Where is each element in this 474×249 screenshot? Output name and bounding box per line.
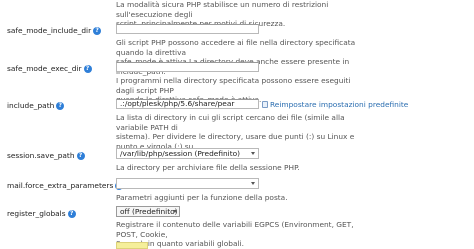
setting-label-text: safe_mode_include_dir [7, 26, 92, 35]
description-line: Gli script PHP possono accedere ai file … [116, 38, 356, 57]
help-icon[interactable]: ? [56, 101, 65, 110]
safe-mode-include-dir-label: safe_mode_include_dir ? [7, 26, 102, 35]
chevron-down-icon [251, 182, 255, 185]
description-line: Registrare il contenuto delle variabili … [116, 220, 354, 239]
session-save-path-label: session.save_path ? [7, 151, 85, 160]
setting-label-text: session.save_path [7, 151, 75, 160]
description-line: I programmi nella directory specificata … [116, 76, 351, 95]
description-line: La lista di directory in cui gli script … [116, 113, 345, 132]
include-path-input[interactable]: .:/opt/plesk/php/5.6/share/pear [116, 99, 259, 109]
include-path-label: include_path ? [7, 101, 65, 110]
help-icon[interactable]: ? [83, 64, 92, 73]
reset-icon [262, 101, 268, 108]
description-line: Server), in quanto variabili globali. [116, 239, 244, 249]
next-setting-input[interactable] [116, 242, 148, 249]
reset-defaults-link[interactable]: Reimpostare impostazioni predefinite [262, 100, 408, 109]
mail-force-extra-parameters-select[interactable] [116, 178, 259, 189]
register-globals-description: Registrare il contenuto delle variabili … [116, 220, 356, 249]
chevron-down-icon [251, 152, 255, 155]
mail-force-extra-parameters-description: Parametri aggiunti per la funzione della… [116, 193, 356, 203]
setting-label-text: mail.force_extra_parameters [7, 181, 114, 190]
setting-label-text: include_path [7, 101, 55, 110]
description-line: La directory per archiviare file della s… [116, 163, 300, 172]
register-globals-select[interactable]: off (Predefinito) [116, 206, 180, 217]
safe-mode-include-dir-input[interactable] [116, 24, 259, 34]
setting-label-text: safe_mode_exec_dir [7, 64, 82, 73]
help-icon[interactable]: ? [93, 26, 102, 35]
mail-force-extra-parameters-label: mail.force_extra_parameters ? [7, 181, 124, 190]
safe-mode-exec-dir-input[interactable] [116, 62, 259, 72]
select-value: off (Predefinito) [120, 207, 178, 216]
select-value: /var/lib/php/session (Predefinito) [120, 149, 241, 158]
setting-label-text: register_globals [7, 209, 66, 218]
chevron-down-icon [173, 210, 177, 213]
description-line: Parametri aggiunti per la funzione della… [116, 193, 288, 202]
description-line: La modalità sicura PHP stabilisce un num… [116, 0, 329, 19]
session-save-path-select[interactable]: /var/lib/php/session (Predefinito) [116, 148, 259, 159]
register-globals-label: register_globals ? [7, 209, 76, 218]
php-settings-panel: La modalità sicura PHP stabilisce un num… [0, 0, 474, 249]
reset-defaults-label: Reimpostare impostazioni predefinite [270, 100, 409, 109]
help-icon[interactable]: ? [76, 151, 85, 160]
session-save-path-description: La directory per archiviare file della s… [116, 163, 356, 173]
help-icon[interactable]: ? [67, 209, 76, 218]
safe-mode-exec-dir-label: safe_mode_exec_dir ? [7, 64, 92, 73]
